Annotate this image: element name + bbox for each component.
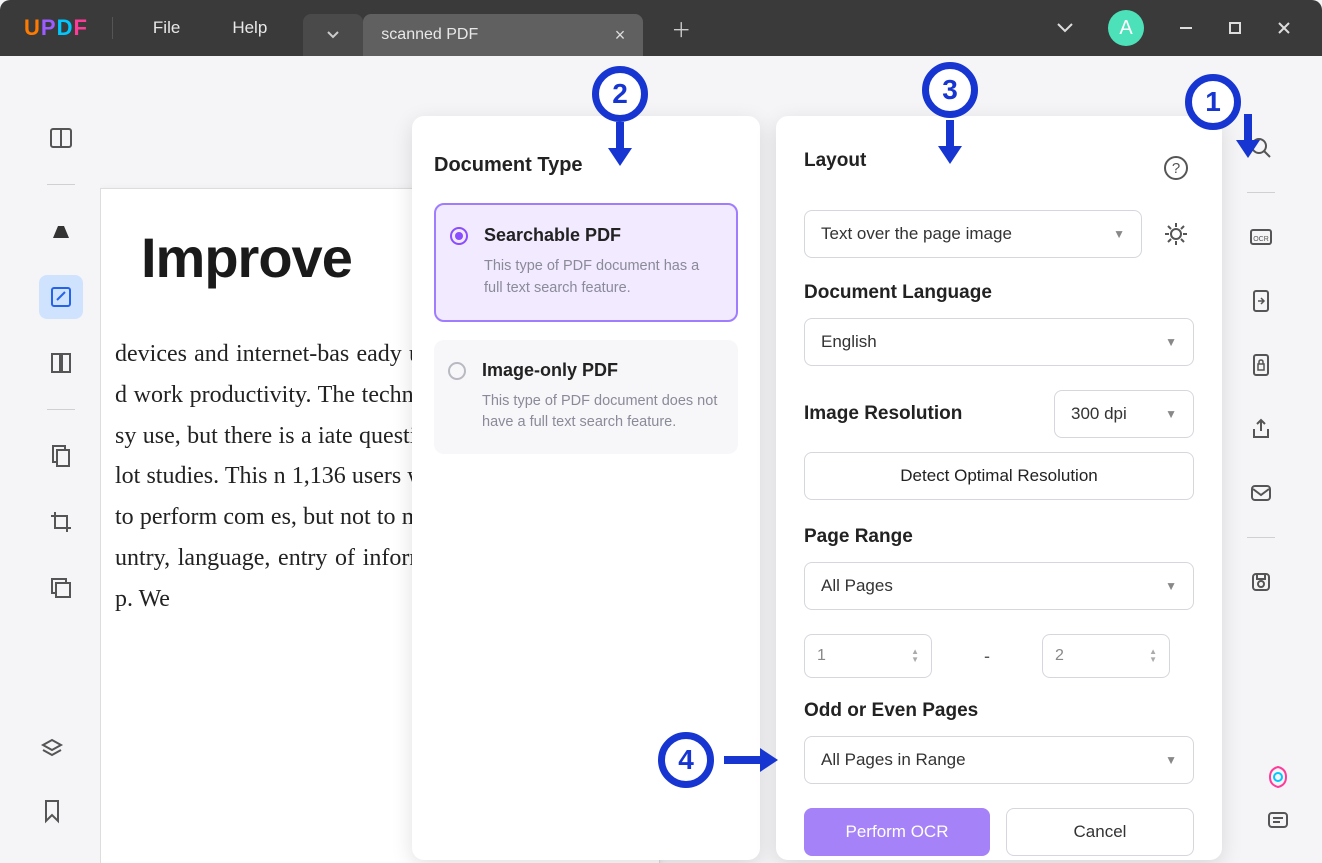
ocr-icon[interactable]: OCR [1239, 215, 1283, 259]
select-value: 300 dpi [1071, 404, 1127, 424]
email-icon[interactable] [1239, 471, 1283, 515]
svg-text:?: ? [1172, 160, 1180, 177]
page-range-select[interactable]: All Pages ▼ [804, 562, 1194, 610]
callout-1: 1 [1185, 74, 1241, 130]
tab-list-toggle[interactable] [303, 14, 363, 56]
parity-select[interactable]: All Pages in Range ▼ [804, 736, 1194, 784]
right-toolbar: OCR [1230, 126, 1292, 604]
chevron-down-icon: ▼ [1113, 227, 1125, 241]
titlebar: UPDF File Help scanned PDF × ＋ A [0, 0, 1322, 56]
input-value: 1 [817, 647, 826, 665]
svg-text:OCR: OCR [1253, 236, 1269, 243]
minimize-icon[interactable] [1178, 20, 1194, 36]
dash: - [948, 646, 1026, 667]
layout-label: Layout [804, 150, 1142, 172]
panel-title: Document Type [434, 154, 738, 177]
left-toolbar-bottom [30, 727, 74, 833]
input-value: 2 [1055, 647, 1064, 665]
chevron-down-icon: ▼ [1165, 407, 1177, 421]
pages-icon[interactable] [39, 341, 83, 385]
crop-icon[interactable] [39, 500, 83, 544]
maximize-icon[interactable] [1228, 21, 1242, 35]
chevron-down-icon: ▼ [1165, 335, 1177, 349]
option-desc: This type of PDF document has a full tex… [484, 256, 718, 300]
divider [47, 409, 75, 410]
edit-icon[interactable] [39, 275, 83, 319]
layout-select[interactable]: Text over the page image ▼ [804, 210, 1142, 258]
detect-resolution-button[interactable]: Detect Optimal Resolution [804, 452, 1194, 500]
arrow-icon [1236, 140, 1260, 158]
spinner-icon[interactable]: ▲▼ [911, 648, 919, 664]
divider [112, 17, 113, 39]
callout-4: 4 [658, 732, 714, 788]
new-tab-button[interactable]: ＋ [661, 14, 701, 43]
page-from-input[interactable]: 1 ▲▼ [804, 634, 932, 678]
menu-help[interactable]: Help [206, 18, 293, 38]
chevron-down-icon: ▼ [1165, 579, 1177, 593]
page-to-input[interactable]: 2 ▲▼ [1042, 634, 1170, 678]
organize-icon[interactable] [39, 434, 83, 478]
select-value: All Pages in Range [821, 750, 966, 770]
option-title: Image-only PDF [482, 360, 720, 381]
arrow-icon [938, 146, 962, 164]
select-value: English [821, 332, 877, 352]
chevron-down-icon[interactable] [1056, 22, 1074, 34]
option-image-only-pdf[interactable]: Image-only PDF This type of PDF document… [434, 340, 738, 455]
page-range-label: Page Range [804, 526, 1194, 548]
option-searchable-pdf[interactable]: Searchable PDF This type of PDF document… [434, 203, 738, 322]
arrow-icon [608, 148, 632, 166]
select-value: Text over the page image [821, 224, 1012, 244]
ocr-settings-panel: Layout ? Text over the page image ▼ Docu… [776, 116, 1222, 860]
workspace: OCR Improve devices and internet-bas ead… [0, 56, 1322, 863]
cancel-button[interactable]: Cancel [1006, 808, 1194, 856]
reader-icon[interactable] [39, 116, 83, 160]
close-icon[interactable]: × [615, 25, 626, 46]
callout-2: 2 [592, 66, 648, 122]
callout-3: 3 [922, 62, 978, 118]
help-icon[interactable]: ? [1158, 150, 1194, 186]
arrow-icon [760, 748, 778, 772]
app-logo: UPDF [0, 15, 112, 41]
language-label: Document Language [804, 282, 1194, 304]
left-toolbar [30, 116, 92, 610]
perform-ocr-button[interactable]: Perform OCR [804, 808, 990, 856]
parity-label: Odd or Even Pages [804, 700, 1194, 722]
resolution-label: Image Resolution [804, 403, 962, 425]
layers-icon[interactable] [30, 727, 74, 771]
convert-icon[interactable] [1239, 279, 1283, 323]
share-icon[interactable] [1239, 407, 1283, 451]
spinner-icon[interactable]: ▲▼ [1149, 648, 1157, 664]
close-window-icon[interactable] [1276, 20, 1292, 36]
protect-icon[interactable] [1239, 343, 1283, 387]
bookmark-icon[interactable] [30, 789, 74, 833]
radio-icon [450, 227, 468, 245]
chevron-down-icon: ▼ [1165, 753, 1177, 767]
gear-icon[interactable] [1158, 216, 1194, 252]
right-toolbar-bottom [1264, 763, 1292, 833]
divider [1247, 537, 1275, 538]
divider [47, 184, 75, 185]
divider [1247, 192, 1275, 193]
option-desc: This type of PDF document does not have … [482, 391, 720, 435]
option-title: Searchable PDF [484, 225, 718, 246]
tab-active[interactable]: scanned PDF × [363, 14, 643, 56]
highlighter-icon[interactable] [39, 209, 83, 253]
ai-icon[interactable] [1264, 763, 1292, 791]
duplicate-icon[interactable] [39, 566, 83, 610]
language-select[interactable]: English ▼ [804, 318, 1194, 366]
window-controls: A [1056, 10, 1322, 46]
resolution-select[interactable]: 300 dpi ▼ [1054, 390, 1194, 438]
save-icon[interactable] [1239, 560, 1283, 604]
radio-icon [448, 362, 466, 380]
tab-title: scanned PDF [381, 26, 478, 44]
comment-icon[interactable] [1266, 809, 1290, 833]
select-value: All Pages [821, 576, 893, 596]
menu-file[interactable]: File [127, 18, 206, 38]
avatar[interactable]: A [1108, 10, 1144, 46]
